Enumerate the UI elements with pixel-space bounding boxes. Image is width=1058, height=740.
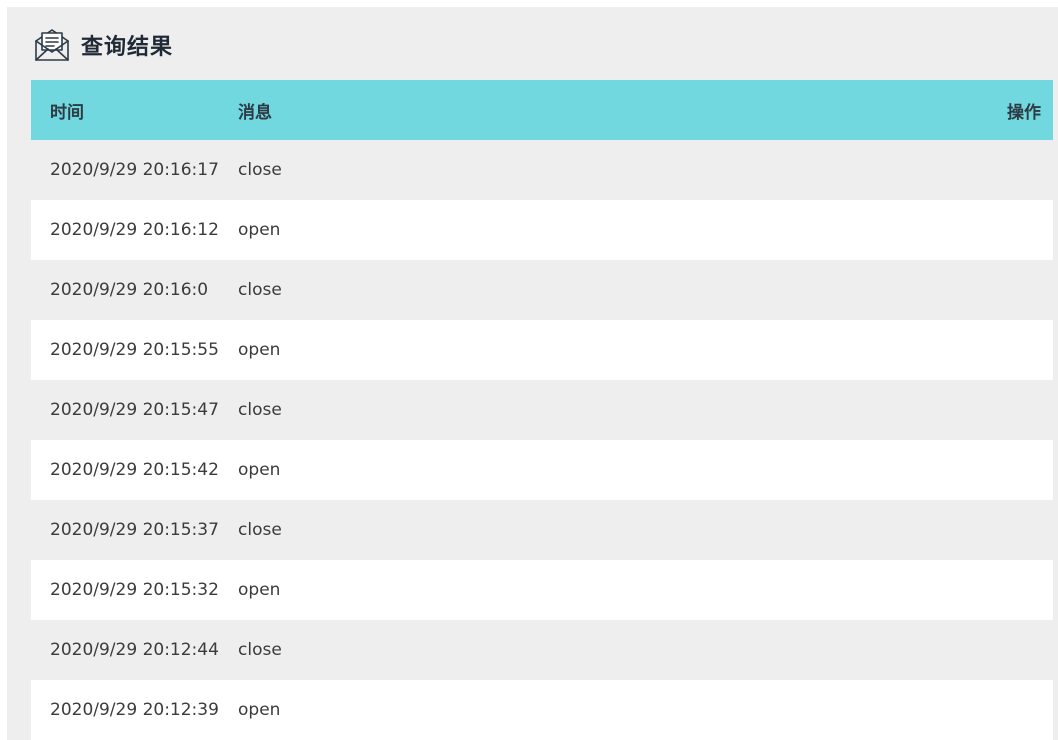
cell-message: close xyxy=(238,400,282,420)
table-row: 2020/9/29 20:16:17 close xyxy=(31,140,1053,200)
table-row: 2020/9/29 20:15:42 open xyxy=(31,440,1053,500)
cell-message: close xyxy=(238,160,282,180)
column-header-action: 操作 xyxy=(1007,102,1041,123)
cell-action xyxy=(961,560,1053,620)
table-row: 2020/9/29 20:15:37 close xyxy=(31,500,1053,560)
cell-message: open xyxy=(238,700,281,720)
cell-time: 2020/9/29 20:16:0 xyxy=(50,280,209,300)
cell-time: 2020/9/29 20:12:44 xyxy=(50,640,219,660)
cell-time: 2020/9/29 20:16:17 xyxy=(50,160,219,180)
column-header-message: 消息 xyxy=(238,102,272,123)
envelope-letter-icon xyxy=(33,26,71,64)
table-header-row: 时间 消息 操作 xyxy=(31,80,1053,140)
cell-time: 2020/9/29 20:15:55 xyxy=(50,340,219,360)
column-header-time: 时间 xyxy=(50,102,84,123)
table-row: 2020/9/29 20:15:32 open xyxy=(31,560,1053,620)
cell-action xyxy=(961,260,1053,320)
cell-message: open xyxy=(238,580,281,600)
cell-action xyxy=(961,680,1053,740)
cell-time: 2020/9/29 20:12:39 xyxy=(50,700,219,720)
cell-action xyxy=(961,500,1053,560)
cell-action xyxy=(961,440,1053,500)
cell-message: open xyxy=(238,460,281,480)
cell-time: 2020/9/29 20:15:32 xyxy=(50,580,219,600)
cell-message: close xyxy=(238,640,282,660)
cell-action xyxy=(961,200,1053,260)
table-row: 2020/9/29 20:16:12 open xyxy=(31,200,1053,260)
cell-message: close xyxy=(238,280,282,300)
cell-time: 2020/9/29 20:15:37 xyxy=(50,520,219,540)
table-row: 2020/9/29 20:15:55 open xyxy=(31,320,1053,380)
cell-time: 2020/9/29 20:16:12 xyxy=(50,220,219,240)
table-row: 2020/9/29 20:12:39 open xyxy=(31,680,1053,740)
cell-action xyxy=(961,320,1053,380)
table-row: 2020/9/29 20:15:47 close xyxy=(31,380,1053,440)
table-row: 2020/9/29 20:12:44 close xyxy=(31,620,1053,680)
cell-message: open xyxy=(238,340,281,360)
cell-action xyxy=(961,380,1053,440)
query-results-panel: 查询结果 时间 消息 操作 2020/9/29 20:16:17 close 2… xyxy=(7,7,1058,740)
cell-message: close xyxy=(238,520,282,540)
table-row: 2020/9/29 20:16:0 close xyxy=(31,260,1053,320)
panel-header: 查询结果 xyxy=(33,25,173,65)
results-table-container: 时间 消息 操作 2020/9/29 20:16:17 close 2020/9… xyxy=(31,80,1053,740)
cell-action xyxy=(961,620,1053,680)
results-table: 时间 消息 操作 2020/9/29 20:16:17 close 2020/9… xyxy=(31,80,1053,740)
cell-time: 2020/9/29 20:15:42 xyxy=(50,460,219,480)
cell-message: open xyxy=(238,220,281,240)
panel-title: 查询结果 xyxy=(81,35,174,60)
cell-action xyxy=(961,140,1053,200)
cell-time: 2020/9/29 20:15:47 xyxy=(50,400,219,420)
